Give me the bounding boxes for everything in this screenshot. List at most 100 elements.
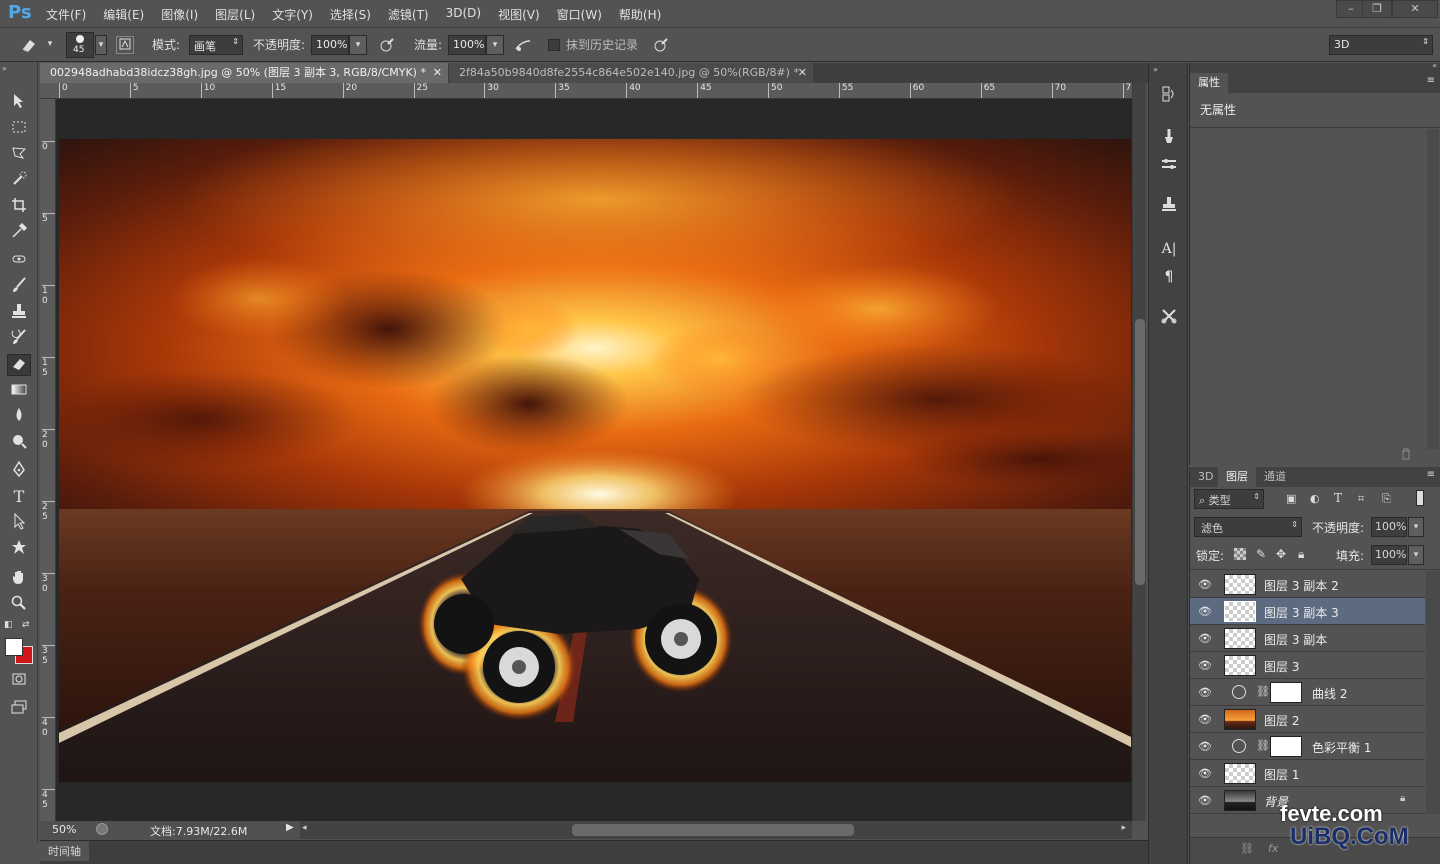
document-image[interactable] [59,139,1131,782]
paragraph-panel-icon[interactable]: ¶ [1157,265,1181,289]
menu-filter[interactable]: 滤镜(T) [388,6,429,23]
tool-preset-dropdown[interactable]: ▾ [44,35,56,55]
scroll-right-arrow-icon[interactable]: ▸ [1121,823,1126,833]
path-selection-tool-icon[interactable] [7,512,31,534]
layer-name[interactable]: 图层 1 [1264,766,1299,783]
lock-transparent-icon[interactable] [1234,548,1246,560]
quick-selection-tool-icon[interactable] [7,170,31,192]
visibility-eye-icon[interactable]: 👁︎ [1198,632,1212,645]
zoom-level[interactable]: 50% [52,823,76,836]
quick-mask-icon[interactable] [7,670,31,692]
doc-tab-close-icon[interactable]: ✕ [798,63,807,83]
menu-image[interactable]: 图像(I) [161,6,198,23]
filter-toggle-switch[interactable] [1416,490,1424,506]
layer-name[interactable]: 色彩平衡 1 [1312,739,1371,756]
status-menu-arrow-icon[interactable]: ▶ [286,822,294,833]
tab-channels[interactable]: 通道 [1256,467,1294,487]
menu-file[interactable]: 文件(F) [46,6,86,23]
doc-tab-close-icon[interactable]: ✕ [433,63,442,83]
brush-tool-icon[interactable] [7,276,31,298]
menu-view[interactable]: 视图(V) [498,6,540,23]
gradient-tool-icon[interactable] [7,380,31,402]
properties-trash-icon[interactable] [1400,448,1412,463]
visibility-eye-icon[interactable]: 👁︎ [1198,605,1212,618]
tablet-pressure-size-icon[interactable] [652,37,670,53]
menu-type[interactable]: 文字(Y) [272,6,313,23]
swap-colors-icon[interactable]: ⇄ [22,620,30,630]
layer-name[interactable]: 图层 3 副本 3 [1264,604,1339,621]
layer-name[interactable]: 图层 2 [1264,712,1299,729]
properties-menu-icon[interactable]: ≡ [1427,75,1435,86]
menu-3d[interactable]: 3D(D) [446,6,481,23]
layer-opacity-dropdown[interactable]: ▾ [1408,517,1424,537]
layer-mask-thumbnail[interactable] [1270,682,1302,703]
mask-link-icon[interactable]: ⛓︎ [1256,739,1270,752]
doc-tab-active[interactable]: 002948adhabd38idcz38gh.jpg @ 50% (图层 3 副… [40,63,448,83]
filter-adjustment-icon[interactable]: ◐ [1310,492,1320,505]
spot-healing-tool-icon[interactable] [7,250,31,272]
blur-tool-icon[interactable] [7,406,31,428]
properties-collapse-icon[interactable]: « [1432,61,1437,70]
mask-link-icon[interactable]: ⛓︎ [1256,685,1270,698]
type-tool-icon[interactable]: T [7,486,31,508]
restore-button[interactable]: ❐ [1362,0,1392,18]
layer-row[interactable]: 👁︎ 图层 1 [1190,760,1425,787]
workspace-select[interactable]: 3D ⇕ [1329,35,1433,55]
timeline-tab[interactable]: 时间轴 [40,841,89,861]
visibility-eye-icon[interactable]: 👁︎ [1198,767,1212,780]
history-panel-icon[interactable] [1157,85,1181,109]
tool-presets-icon[interactable] [1157,307,1181,331]
lock-all-icon[interactable]: 🔒︎ [1298,547,1304,562]
dodge-tool-icon[interactable] [7,432,31,454]
layer-row[interactable]: 👁︎ 图层 3 副本 2 [1190,571,1425,598]
layer-row-adjustment[interactable]: 👁︎ ⛓︎ 曲线 2 [1190,679,1425,706]
layer-name[interactable]: 图层 3 副本 [1264,631,1327,648]
layer-name[interactable]: 图层 3 副本 2 [1264,577,1339,594]
layer-row[interactable]: 👁︎ 图层 3 副本 [1190,625,1425,652]
visibility-eye-icon[interactable]: 👁︎ [1198,794,1212,807]
tab-layers[interactable]: 图层 [1218,467,1256,487]
brush-size-dropdown[interactable]: ▾ [95,35,107,55]
fill-dropdown[interactable]: ▾ [1408,545,1424,565]
eraser-tool-preset-icon[interactable] [20,37,38,53]
layer-name[interactable]: 曲线 2 [1312,685,1347,702]
menu-layer[interactable]: 图层(L) [215,6,255,23]
layer-opacity-input[interactable]: 100% [1371,517,1407,537]
clone-stamp-tool-icon[interactable] [7,302,31,324]
canvas-area[interactable] [56,99,1132,821]
zoom-tool-icon[interactable] [7,594,31,616]
opacity-input[interactable]: 100% [311,35,349,55]
toolbox-collapse-icon[interactable]: » [2,64,7,73]
layer-filter-select[interactable]: ⌕ 类型 ⇕ [1194,489,1264,509]
flow-slider-dropdown[interactable]: ▾ [486,35,504,55]
scroll-left-arrow-icon[interactable]: ◂ [302,823,307,833]
tab-3d[interactable]: 3D [1190,467,1221,487]
menu-help[interactable]: 帮助(H) [619,6,661,23]
menu-window[interactable]: 窗口(W) [557,6,602,23]
layer-row[interactable]: 👁︎ 图层 2 [1190,706,1425,733]
layer-name[interactable]: 图层 3 [1264,658,1299,675]
move-tool-icon[interactable] [7,92,31,114]
brush-presets-icon[interactable] [1157,155,1181,179]
clone-source-icon[interactable] [1157,195,1181,219]
custom-shape-tool-icon[interactable] [7,538,31,560]
layer-mask-thumbnail[interactable] [1270,736,1302,757]
brush-panel-icon[interactable] [1157,127,1181,151]
layer-row-selected[interactable]: 👁︎ 图层 3 副本 3 [1190,598,1425,625]
filter-shape-icon[interactable]: ⌗ [1358,492,1364,506]
filter-smart-object-icon[interactable]: ⎘ [1382,492,1391,506]
menu-select[interactable]: 选择(S) [330,6,371,23]
horizontal-scroll-thumb[interactable] [572,824,854,836]
link-layers-icon[interactable]: ⛓︎ [1240,842,1254,855]
foreground-color-swatch[interactable] [5,638,23,656]
brush-panel-toggle-icon[interactable] [116,36,134,54]
vertical-scroll-thumb[interactable] [1135,319,1145,585]
lasso-tool-icon[interactable] [7,144,31,166]
fill-input[interactable]: 100% [1371,545,1407,565]
vertical-scrollbar[interactable] [1132,83,1146,821]
eraser-tool-icon[interactable] [7,354,31,376]
visibility-eye-icon[interactable]: 👁︎ [1198,713,1212,726]
opacity-slider-dropdown[interactable]: ▾ [349,35,367,55]
visibility-eye-icon[interactable]: 👁︎ [1198,740,1212,753]
flow-input[interactable]: 100% [448,35,486,55]
